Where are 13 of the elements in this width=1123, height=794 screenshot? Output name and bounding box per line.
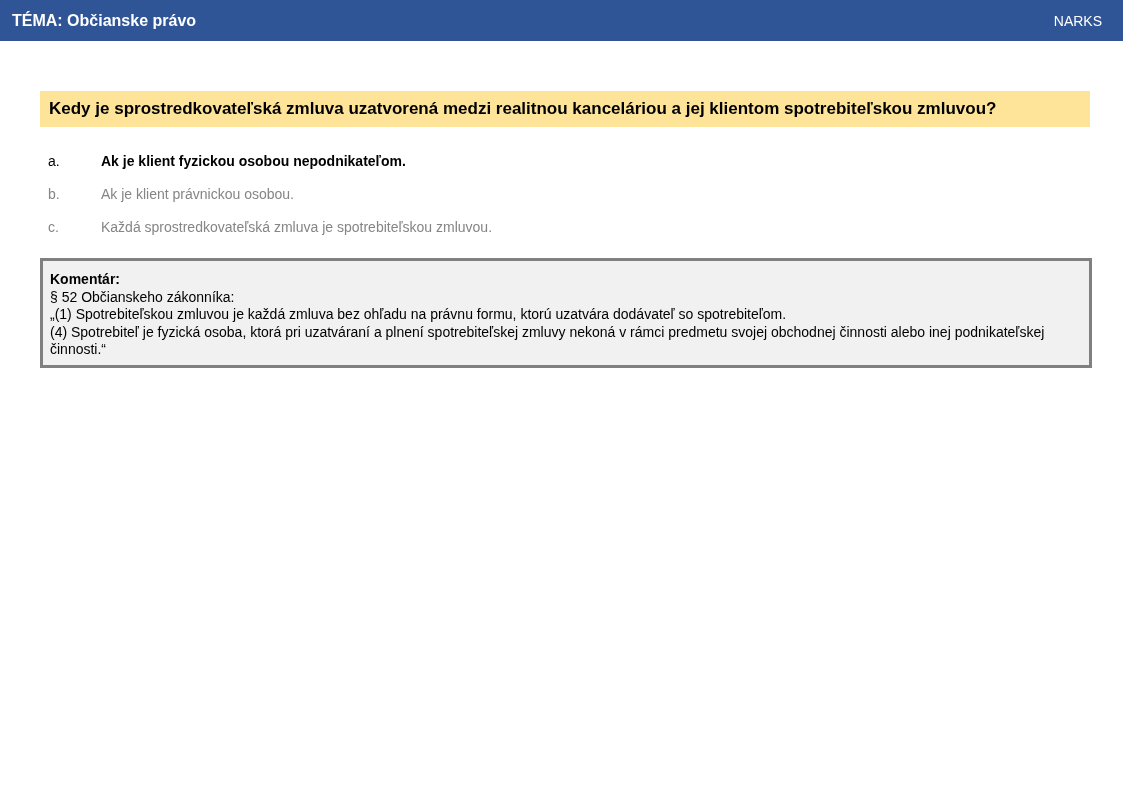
answer-text: Ak je klient fyzickou osobou nepodnikateľom. [101, 153, 406, 169]
answer-letter: a. [48, 153, 61, 169]
answer-letter: b. [48, 186, 61, 202]
answer-letter: c. [48, 219, 60, 235]
comment-text: (4) Spotrebiteľ je fyzická osoba, ktorá pri uzatváraní a plnení spotrebiteľskej zmluvy nekoná v rámci predmetu svojej obchodnej činnosti alebo inej podnikateľskej činnosti.“ [50, 323, 1046, 359]
answer-text: Ak je klient právnickou osobou. [101, 186, 294, 202]
comment-text: § 52 Občianskeho zákonníka: [50, 288, 236, 306]
answer-text: Každá sprostredkovateľská zmluva je spotrebiteľskou zmluvou. [101, 219, 492, 235]
brand-name: NARKS [1053, 12, 1102, 29]
comment-title: Komentár: [50, 271, 121, 289]
question-text: Kedy je sprostredkovateľská zmluva uzatvorená medzi realitnou kanceláriou a jej klientom spotrebiteľskou zmluvou? [40, 91, 1090, 127]
comment-text: „(1) Spotrebiteľskou zmluvou je každá zmluva bez ohľadu na právnu formu, ktorú uzatvára dodávateľ so spotrebiteľom. [50, 306, 788, 324]
topic-title: TÉMA: Občianske právo [12, 11, 197, 30]
